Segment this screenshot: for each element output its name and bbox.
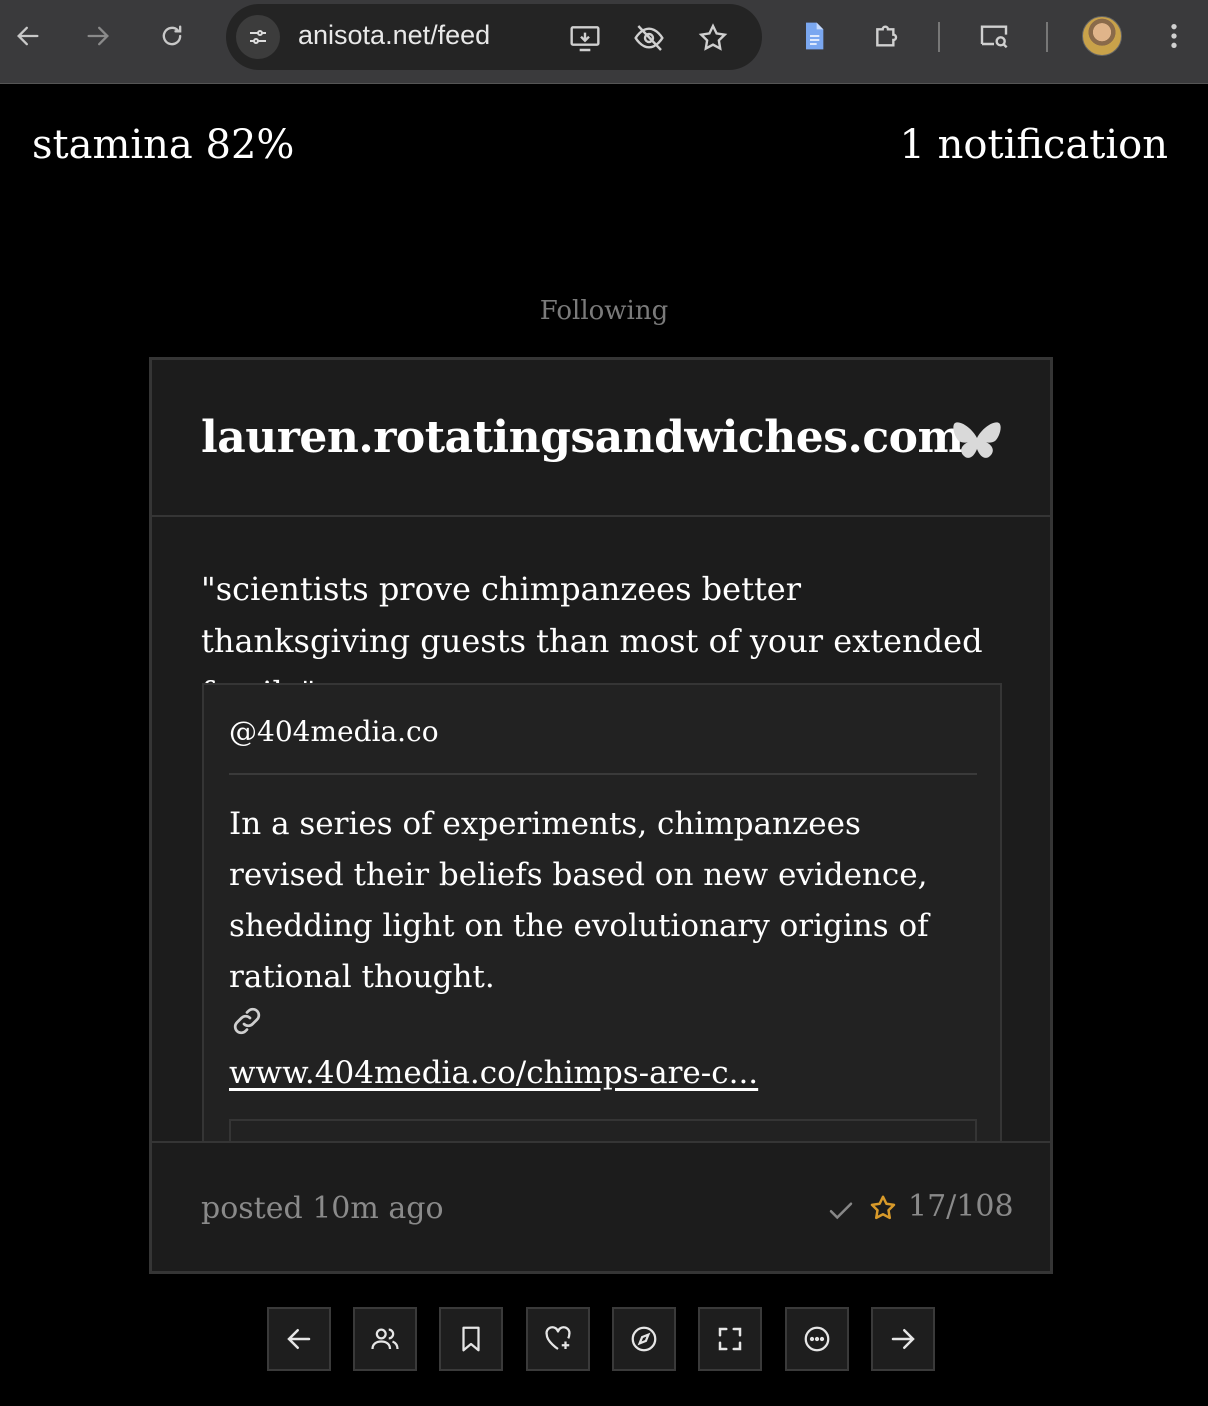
forward-arrow-icon[interactable] [76, 14, 120, 58]
users-icon [371, 1328, 399, 1350]
profile-avatar[interactable] [1082, 16, 1122, 56]
reload-icon[interactable] [150, 14, 194, 58]
screen-search-icon[interactable] [972, 14, 1016, 58]
post-footer: posted 10m ago 17/108 [152, 1141, 1050, 1271]
eye-off-icon[interactable] [630, 19, 668, 57]
stamina-indicator: stamina 82% [32, 122, 295, 168]
quoted-post[interactable]: @404media.co In a series of experiments,… [202, 683, 1002, 1141]
url-text[interactable]: anisota.net/feed [298, 20, 490, 51]
bookmark-button[interactable] [439, 1307, 503, 1371]
feed-position-counter: 17/108 [908, 1189, 1014, 1224]
toolbar-divider [1046, 22, 1048, 52]
install-app-icon[interactable] [566, 19, 604, 57]
star-icon[interactable] [868, 1193, 898, 1223]
quoted-post-handle[interactable]: @404media.co [229, 715, 439, 748]
browser-toolbar: anisota.net/feed [0, 0, 1208, 84]
feed-tab-following[interactable]: Following [0, 296, 1208, 326]
more-horizontal-icon [804, 1326, 830, 1352]
quoted-post-link[interactable]: www.404media.co/chimps-are-c... [229, 1055, 758, 1091]
post-card: lauren.rotatingsandwiches.com "scientist… [149, 357, 1053, 1274]
arrow-right-icon [891, 1329, 915, 1349]
bookmark-star-icon[interactable] [694, 19, 732, 57]
expand-icon [718, 1327, 742, 1351]
link-preview-card[interactable] [229, 1119, 977, 1141]
compass-icon [631, 1326, 657, 1352]
next-post-button[interactable] [871, 1307, 935, 1371]
address-bar[interactable]: anisota.net/feed [226, 4, 762, 70]
check-icon [826, 1195, 856, 1225]
explore-button[interactable] [612, 1307, 676, 1371]
like-button[interactable] [526, 1307, 590, 1371]
link-icon [229, 1003, 265, 1039]
notifications-link[interactable]: 1 notification [899, 122, 1168, 168]
post-body: "scientists prove chimpanzees better tha… [152, 519, 1050, 1141]
post-timestamp: posted 10m ago [201, 1191, 444, 1226]
butterfly-icon[interactable] [952, 420, 1002, 464]
quoted-post-text: In a series of experiments, chimpanzees … [229, 806, 929, 995]
previous-post-button[interactable] [267, 1307, 331, 1371]
bookmark-icon [462, 1326, 480, 1352]
site-info-icon[interactable] [236, 15, 280, 59]
docs-extension-icon[interactable] [792, 14, 836, 58]
post-author[interactable]: lauren.rotatingsandwiches.com [201, 412, 964, 463]
heart-plus-icon [545, 1326, 571, 1350]
toolbar-divider [938, 22, 940, 52]
more-vertical-icon[interactable] [1152, 14, 1196, 58]
post-header: lauren.rotatingsandwiches.com [152, 360, 1050, 517]
extensions-puzzle-icon[interactable] [866, 14, 910, 58]
arrow-left-icon [287, 1329, 311, 1349]
fullscreen-button[interactable] [698, 1307, 762, 1371]
users-button[interactable] [353, 1307, 417, 1371]
quote-divider [229, 773, 977, 775]
back-arrow-icon[interactable] [6, 14, 50, 58]
more-options-button[interactable] [785, 1307, 849, 1371]
